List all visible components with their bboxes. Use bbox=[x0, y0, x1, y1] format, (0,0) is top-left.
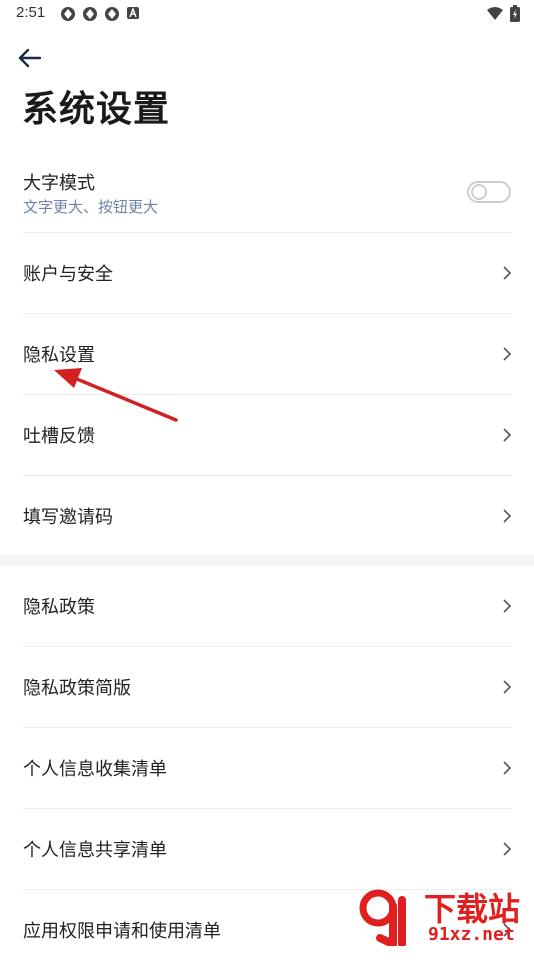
large-font-title: 大字模式 bbox=[23, 173, 95, 194]
row-label: 吐槽反馈 bbox=[23, 426, 95, 447]
row-label: 隐私政策 bbox=[23, 597, 95, 618]
status-icons-right bbox=[486, 5, 520, 22]
row-label: 隐私设置 bbox=[23, 345, 95, 366]
chevron-right-icon bbox=[503, 428, 512, 442]
chevron-right-icon bbox=[503, 680, 512, 694]
status-time: 2:51 bbox=[16, 4, 46, 21]
arrow-left-icon bbox=[18, 48, 42, 68]
app-notification-icon bbox=[105, 7, 119, 21]
large-font-toggle[interactable] bbox=[467, 181, 511, 203]
row-feedback[interactable]: 吐槽反馈 bbox=[0, 395, 534, 475]
row-label: 填写邀请码 bbox=[23, 507, 113, 528]
chevron-right-icon bbox=[503, 266, 512, 280]
chevron-right-icon bbox=[503, 599, 512, 613]
watermark-url: 91xz.net bbox=[428, 924, 515, 945]
app-notification-icon bbox=[83, 7, 97, 21]
wifi-icon bbox=[487, 6, 503, 20]
row-invite-code[interactable]: 填写邀请码 bbox=[0, 476, 534, 556]
toggle-knob bbox=[471, 184, 487, 200]
row-info-sharing-list[interactable]: 个人信息共享清单 bbox=[0, 809, 534, 889]
section-separator bbox=[0, 555, 534, 566]
row-info-collection-list[interactable]: 个人信息收集清单 bbox=[0, 728, 534, 808]
row-label: 个人信息收集清单 bbox=[23, 759, 167, 780]
app-notification-icon bbox=[61, 7, 75, 21]
watermark-logo: 下载站 91xz.net bbox=[358, 884, 528, 948]
row-privacy-settings[interactable]: 隐私设置 bbox=[0, 314, 534, 394]
row-account-security[interactable]: 账户与安全 bbox=[0, 233, 534, 313]
row-label: 账户与安全 bbox=[23, 264, 113, 285]
row-label: 个人信息共享清单 bbox=[23, 840, 167, 861]
large-font-subtitle: 文字更大、按钮更大 bbox=[23, 198, 159, 216]
chevron-right-icon bbox=[503, 842, 512, 856]
site-logo-icon bbox=[359, 889, 406, 946]
status-icons-left bbox=[60, 6, 140, 22]
page-title: 系统设置 bbox=[22, 89, 171, 130]
row-privacy-policy-brief[interactable]: 隐私政策简版 bbox=[0, 647, 534, 727]
row-label: 隐私政策简版 bbox=[23, 678, 131, 699]
large-font-row: 大字模式 文字更大、按钮更大 bbox=[0, 152, 534, 232]
battery-icon bbox=[510, 5, 520, 22]
chevron-right-icon bbox=[503, 761, 512, 775]
back-button[interactable] bbox=[14, 42, 46, 74]
chevron-right-icon bbox=[503, 509, 512, 523]
a-letter-icon bbox=[127, 7, 139, 19]
row-privacy-policy[interactable]: 隐私政策 bbox=[0, 566, 534, 646]
row-label: 应用权限申请和使用清单 bbox=[23, 921, 221, 942]
chevron-right-icon bbox=[503, 347, 512, 361]
status-bar: 2:51 bbox=[0, 0, 534, 28]
